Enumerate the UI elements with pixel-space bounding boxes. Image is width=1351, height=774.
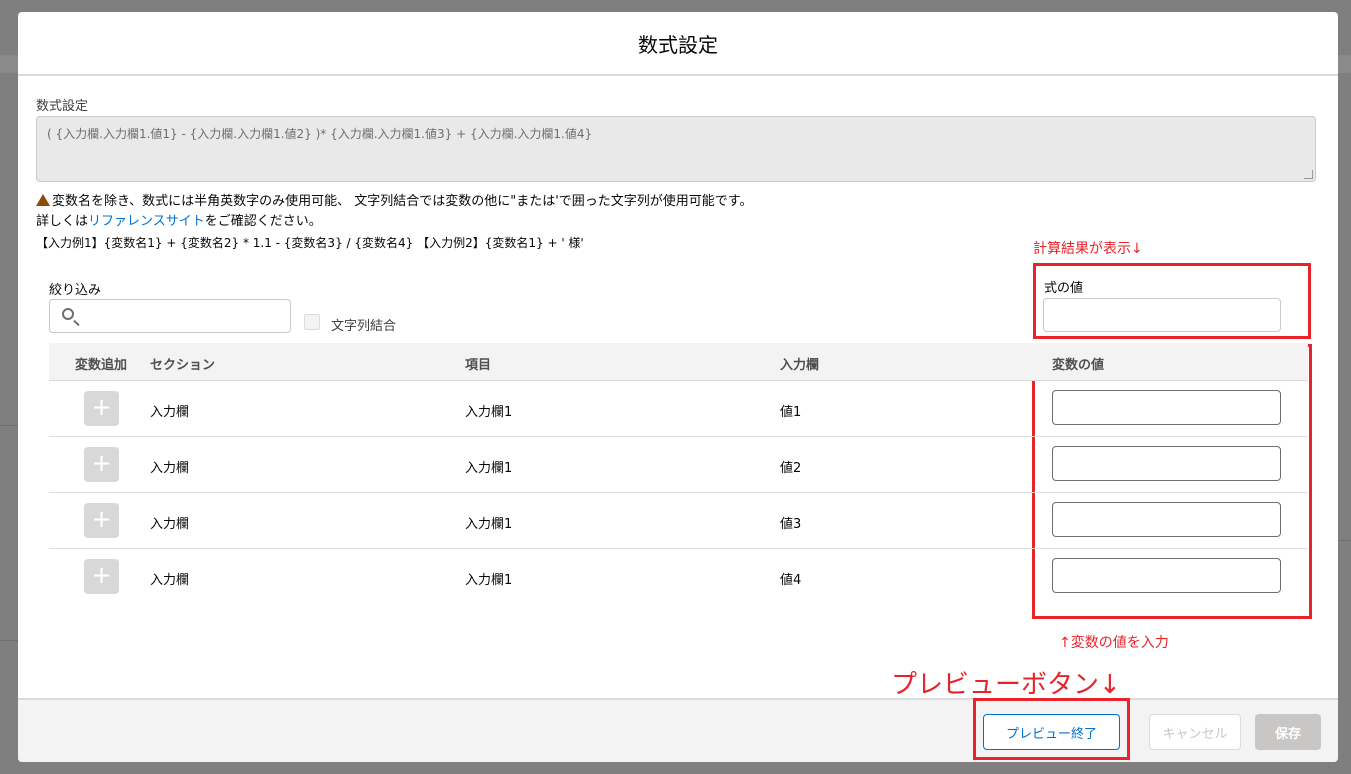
table-row: + 入力欄 入力欄1 値3 bbox=[49, 493, 1308, 549]
table-header: 変数追加 セクション 項目 入力欄 変数の値 bbox=[49, 343, 1308, 381]
row-section: 入力欄 bbox=[150, 573, 190, 588]
save-button[interactable]: 保存 bbox=[1255, 714, 1321, 750]
usage-note-text: 変数名を除き、数式には半角英数字のみ使用可能、 文字列結合では変数の他に"または… bbox=[52, 194, 753, 209]
row-section: 入力欄 bbox=[150, 405, 190, 420]
header-section: セクション bbox=[150, 358, 216, 373]
variable-value-input[interactable] bbox=[1052, 446, 1281, 481]
string-concat-label: 文字列結合 bbox=[331, 319, 397, 334]
add-variable-button[interactable]: + bbox=[84, 447, 119, 482]
variable-table: 変数追加 セクション 項目 入力欄 変数の値 + 入力欄 入力欄1 値1 + 入… bbox=[49, 343, 1308, 604]
filter-input[interactable] bbox=[86, 304, 286, 330]
header-add: 変数追加 bbox=[75, 358, 128, 373]
reference-site-link[interactable]: リファレンスサイト bbox=[88, 214, 205, 229]
variable-value-input[interactable] bbox=[1052, 502, 1281, 537]
formula-text: ( {入力欄.入力欄1.値1} - {入力欄.入力欄1.値2} )* {入力欄.… bbox=[47, 127, 593, 141]
add-variable-button[interactable]: + bbox=[84, 391, 119, 426]
row-item: 入力欄1 bbox=[465, 405, 513, 420]
formula-settings-modal: 数式設定 数式設定 ( {入力欄.入力欄1.値1} - {入力欄.入力欄1.値2… bbox=[18, 12, 1338, 762]
input-example: 【入力例1】{変数名1} + {変数名2} * 1.1 - {変数名3} / {… bbox=[36, 236, 584, 250]
filter-label: 絞り込み bbox=[49, 283, 102, 298]
variable-value-input[interactable] bbox=[1052, 558, 1281, 593]
row-field: 値2 bbox=[780, 461, 802, 476]
table-row: + 入力欄 入力欄1 値2 bbox=[49, 437, 1308, 493]
modal-title: 数式設定 bbox=[638, 32, 718, 57]
row-section: 入力欄 bbox=[150, 517, 190, 532]
reference-note: 詳しくはリファレンスサイトをご確認ください。 bbox=[36, 210, 322, 229]
result-annotation: 計算結果が表示↓ bbox=[1033, 241, 1143, 257]
row-item: 入力欄1 bbox=[465, 573, 513, 588]
reference-note-suffix: をご確認ください。 bbox=[204, 214, 322, 229]
resize-grip-icon[interactable] bbox=[1304, 170, 1313, 179]
row-field: 値3 bbox=[780, 517, 802, 532]
modal-header: 数式設定 bbox=[18, 12, 1338, 76]
header-item: 項目 bbox=[465, 358, 492, 373]
modal-footer: プレビュー終了 キャンセル 保存 bbox=[18, 698, 1338, 762]
row-field: 値1 bbox=[780, 405, 802, 420]
header-value: 変数の値 bbox=[1052, 358, 1105, 373]
variable-value-input[interactable] bbox=[1052, 390, 1281, 425]
result-field[interactable] bbox=[1043, 298, 1281, 332]
reference-note-prefix: 詳しくは bbox=[36, 214, 89, 229]
modal-body: 数式設定 ( {入力欄.入力欄1.値1} - {入力欄.入力欄1.値2} )* … bbox=[18, 76, 1338, 700]
table-row: + 入力欄 入力欄1 値4 bbox=[49, 549, 1308, 604]
add-variable-button[interactable]: + bbox=[84, 503, 119, 538]
row-section: 入力欄 bbox=[150, 461, 190, 476]
string-concat-checkbox[interactable] bbox=[304, 314, 320, 330]
background-divider bbox=[1338, 540, 1351, 541]
row-item: 入力欄1 bbox=[465, 517, 513, 532]
result-label: 式の値 bbox=[1044, 281, 1084, 296]
warning-icon bbox=[36, 194, 50, 206]
variable-input-annotation: ↑変数の値を入力 bbox=[1059, 635, 1169, 651]
background-divider bbox=[0, 640, 18, 641]
row-field: 値4 bbox=[780, 573, 802, 588]
preview-annotation: プレビューボタン↓ bbox=[891, 670, 1121, 700]
table-row: + 入力欄 入力欄1 値1 bbox=[49, 381, 1308, 437]
header-field: 入力欄 bbox=[780, 358, 820, 373]
filter-search-box[interactable] bbox=[49, 299, 291, 333]
formula-textarea[interactable]: ( {入力欄.入力欄1.値1} - {入力欄.入力欄1.値2} )* {入力欄.… bbox=[36, 116, 1316, 182]
usage-note: 変数名を除き、数式には半角英数字のみ使用可能、 文字列結合では変数の他に"または… bbox=[36, 190, 752, 209]
background-divider bbox=[0, 425, 18, 426]
preview-end-button[interactable]: プレビュー終了 bbox=[983, 714, 1120, 750]
search-icon bbox=[62, 308, 74, 320]
formula-label: 数式設定 bbox=[36, 99, 89, 114]
row-item: 入力欄1 bbox=[465, 461, 513, 476]
add-variable-button[interactable]: + bbox=[84, 559, 119, 594]
cancel-button[interactable]: キャンセル bbox=[1149, 714, 1241, 750]
